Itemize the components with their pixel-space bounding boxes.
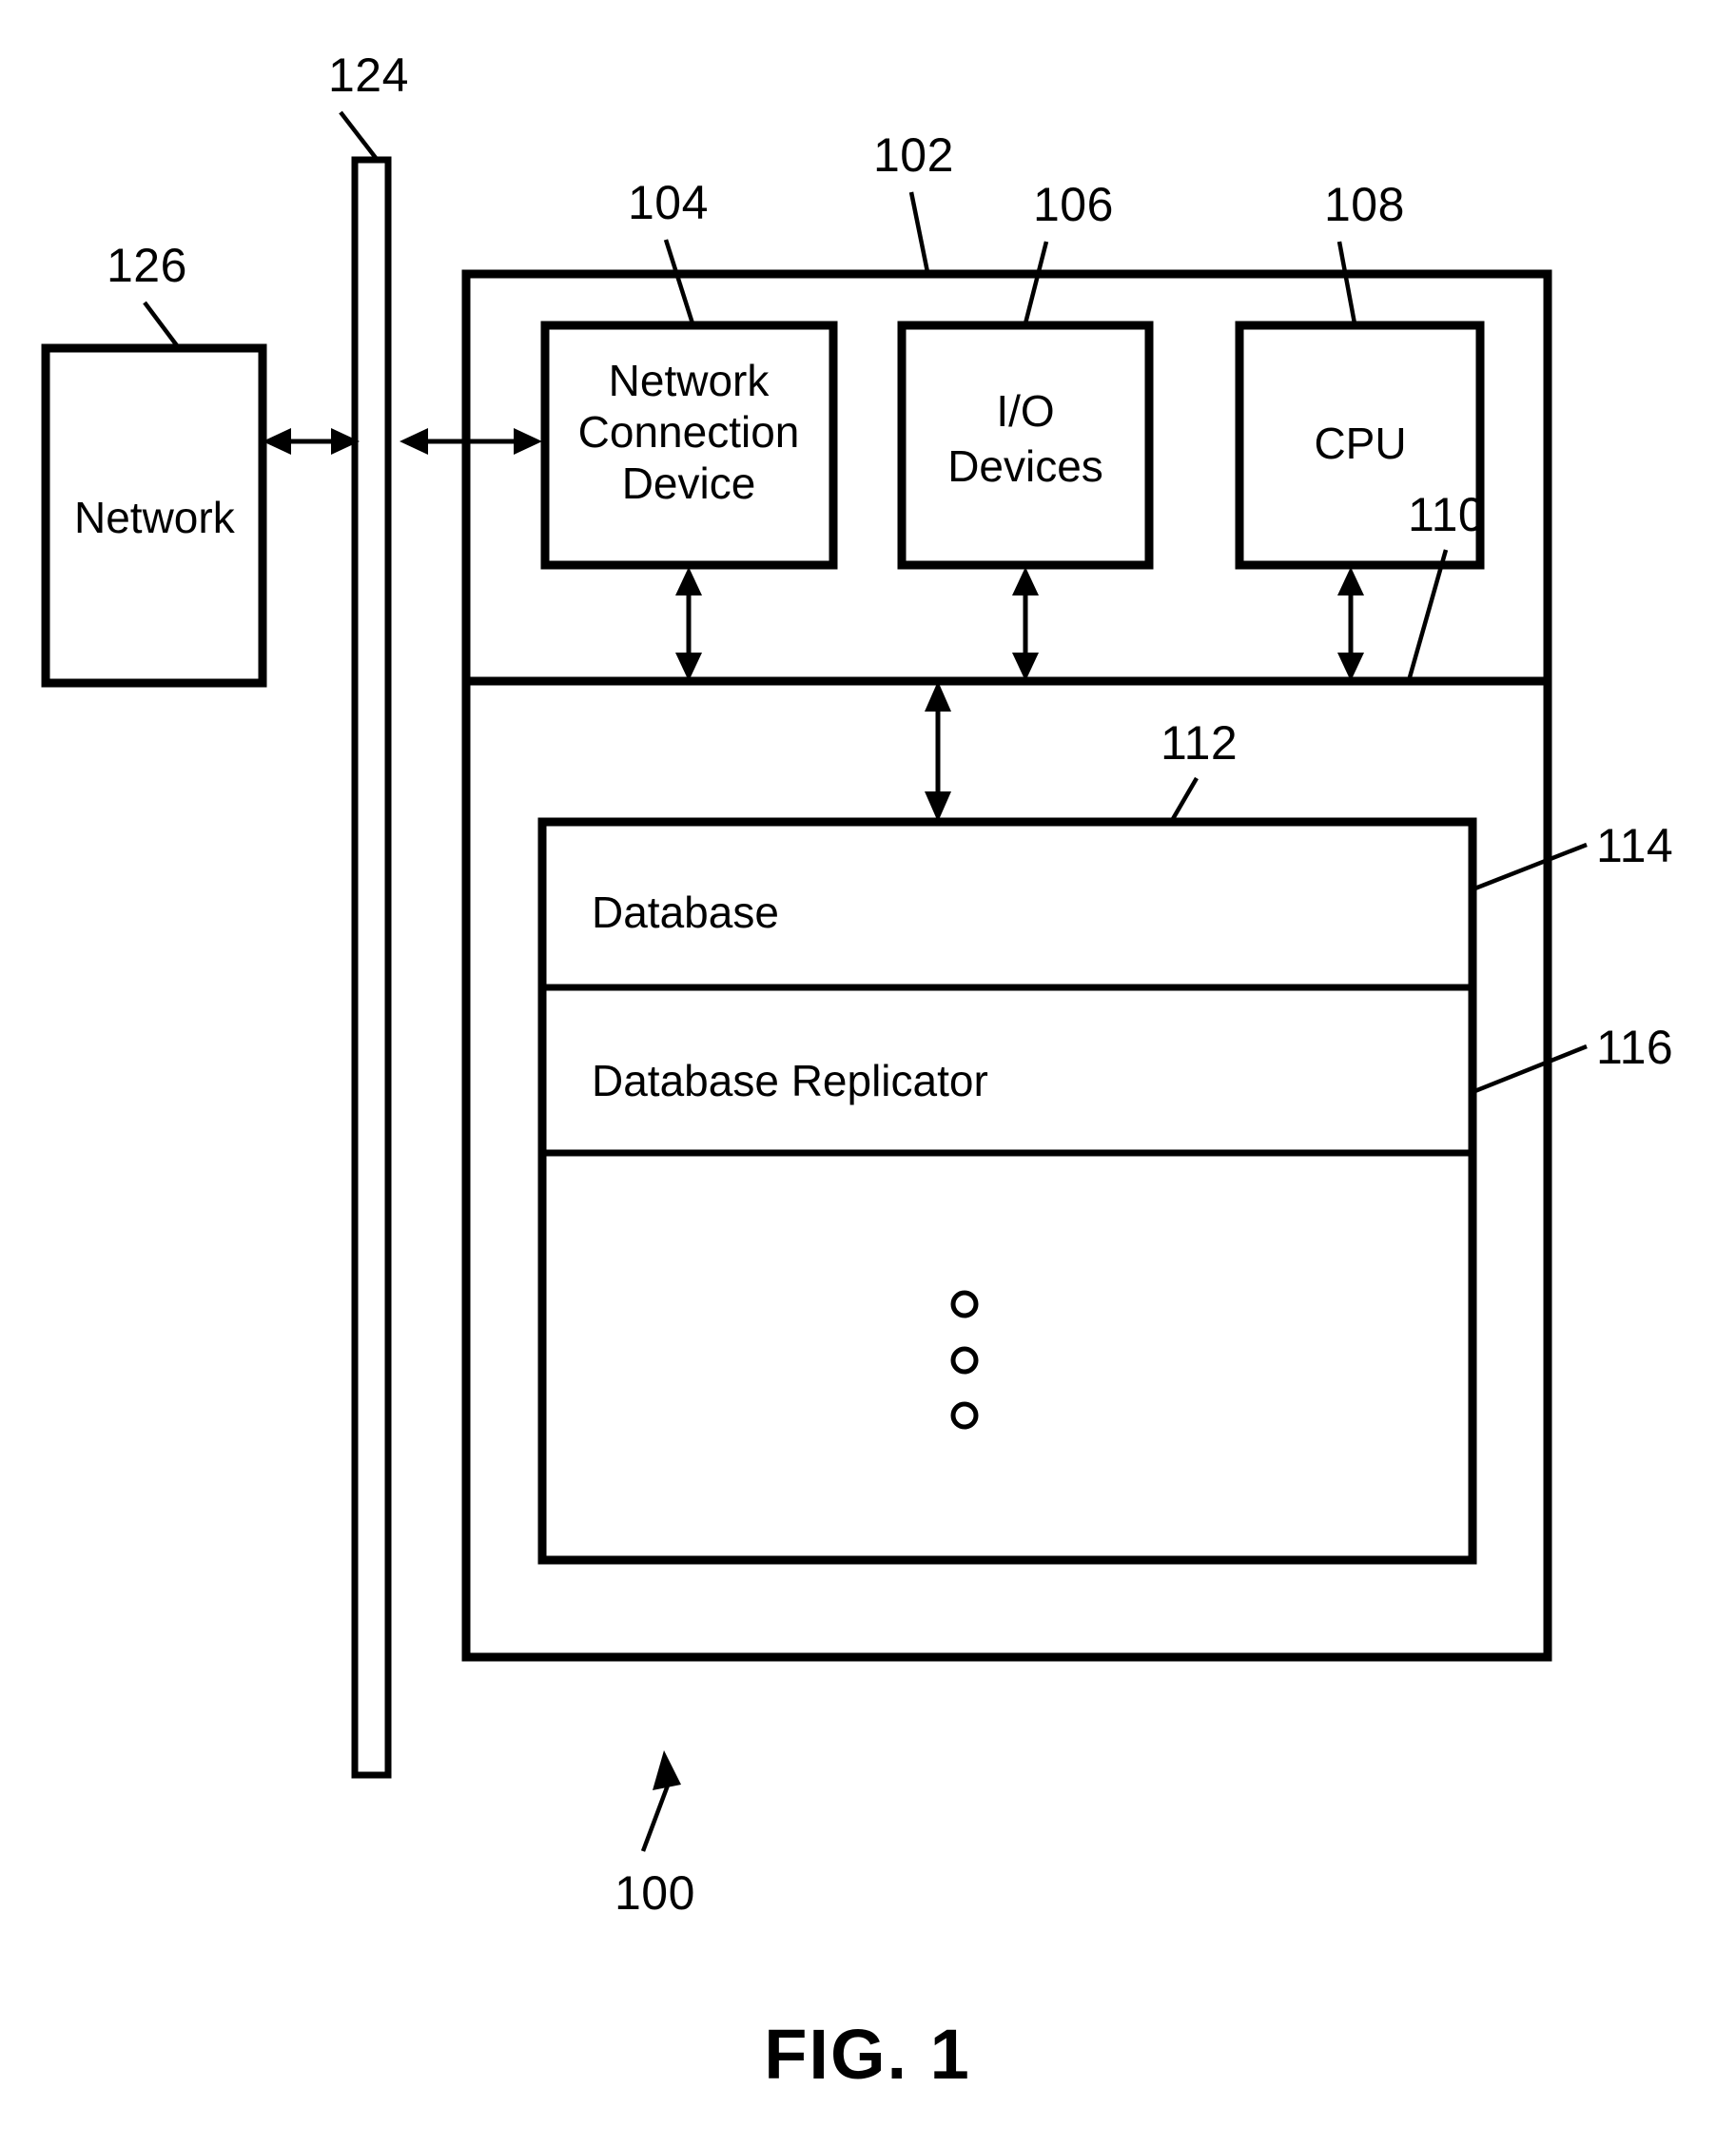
ncd-label-line2: Connection bbox=[578, 407, 800, 457]
vertical-ellipsis-dot-1 bbox=[950, 1290, 979, 1318]
ref-106-leader bbox=[1023, 241, 1049, 324]
ref-112-label: 112 bbox=[1161, 716, 1238, 770]
ref-114-label: 114 bbox=[1596, 819, 1673, 872]
vertical-ellipsis-dot-2 bbox=[950, 1346, 979, 1375]
ref-126-leader bbox=[143, 301, 181, 350]
ref-106-label: 106 bbox=[1033, 178, 1114, 231]
arrow-ibus-memory-head-down bbox=[925, 791, 951, 822]
network-box-label: Network bbox=[74, 493, 236, 542]
ref-116-label: 116 bbox=[1596, 1021, 1673, 1074]
ncd-label-line3: Device bbox=[622, 459, 756, 508]
io-label-line2: Devices bbox=[947, 441, 1103, 491]
ref-124-leader bbox=[339, 110, 378, 160]
database-replicator-label: Database Replicator bbox=[592, 1056, 988, 1105]
ref-116-leader bbox=[1472, 1044, 1588, 1095]
ref-108-label: 108 bbox=[1324, 178, 1405, 231]
ref-102-leader bbox=[908, 191, 930, 273]
ref-100-label: 100 bbox=[614, 1866, 695, 1920]
cpu-label: CPU bbox=[1314, 419, 1406, 468]
arrow-bus-ncd-head-right bbox=[514, 428, 542, 455]
ref-108-leader bbox=[1336, 241, 1357, 324]
arrow-io-ibus-head-up bbox=[1012, 567, 1039, 595]
database-label: Database bbox=[592, 888, 779, 937]
patent-figure-1: Network 126 124 102 Network Connection D… bbox=[0, 0, 1736, 2147]
bus-124-shape bbox=[351, 156, 392, 1779]
figure-canvas: Network 126 124 102 Network Connection D… bbox=[41, 49, 1673, 2094]
vertical-ellipsis-dot-3 bbox=[950, 1401, 979, 1430]
ref-100-arrow-head bbox=[653, 1750, 681, 1790]
ref-110-label: 110 bbox=[1408, 488, 1485, 541]
figure-caption: FIG. 1 bbox=[764, 2015, 971, 2094]
arrow-ibus-memory-head-up bbox=[925, 681, 951, 712]
ref-104-leader bbox=[663, 239, 695, 324]
arrow-cpu-ibus-head-up bbox=[1337, 567, 1364, 595]
arrow-bus-ncd-head-left bbox=[400, 428, 428, 455]
ref-114-leader bbox=[1472, 842, 1588, 892]
io-label-line1: I/O bbox=[996, 386, 1054, 436]
ncd-label-line1: Network bbox=[609, 356, 770, 405]
ref-124-label: 124 bbox=[328, 49, 409, 102]
arrow-ncd-ibus-head-up bbox=[675, 567, 702, 595]
ref-102-label: 102 bbox=[873, 128, 954, 182]
ref-104-label: 104 bbox=[628, 176, 709, 229]
ref-126-label: 126 bbox=[107, 239, 187, 292]
ref-112-leader bbox=[1168, 776, 1199, 826]
